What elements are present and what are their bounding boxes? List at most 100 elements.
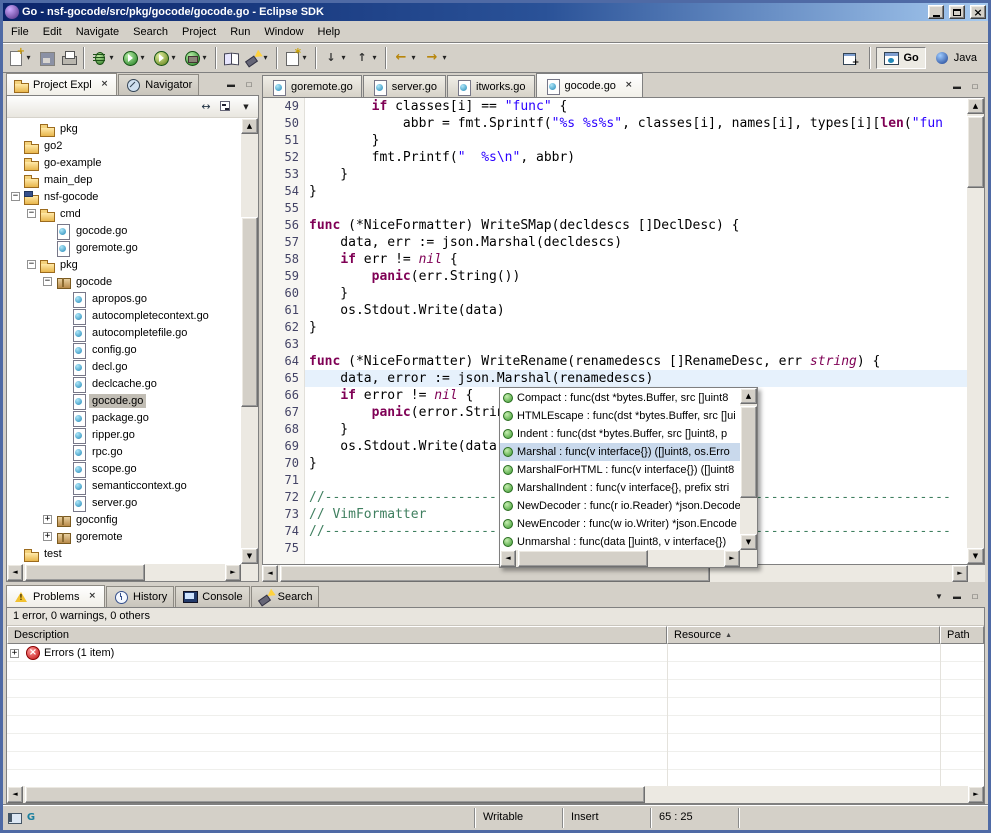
- editor-tab-gocode-go[interactable]: gocode.go×: [536, 73, 644, 97]
- scroll-track[interactable]: [516, 550, 724, 567]
- link-with-editor-icon[interactable]: [198, 99, 214, 115]
- dropdown-arrow-icon[interactable]: ▾: [370, 53, 379, 62]
- scroll-thumb[interactable]: [25, 564, 145, 581]
- scroll-up-icon[interactable]: ▲: [241, 118, 258, 134]
- print-button[interactable]: [58, 46, 80, 70]
- scroll-up-icon[interactable]: ▲: [967, 98, 984, 114]
- column-header-description[interactable]: Description: [7, 626, 667, 644]
- bottom-maximize-button[interactable]: □: [967, 590, 983, 603]
- dropdown-arrow-icon[interactable]: ▾: [440, 53, 449, 62]
- code-line-58[interactable]: if err != nil {: [305, 251, 967, 268]
- tree-item-autocompletefile-go[interactable]: autocompletefile.go: [7, 324, 241, 341]
- back-button[interactable]: ▾: [390, 46, 421, 70]
- editor-tab-itworks-go[interactable]: itworks.go: [447, 75, 535, 97]
- menu-edit[interactable]: Edit: [36, 23, 69, 41]
- scroll-thumb[interactable]: [518, 550, 648, 567]
- bottom-minimize-button[interactable]: ▬: [949, 590, 965, 603]
- autocomplete-horizontal-scrollbar[interactable]: ◄ ►: [500, 550, 740, 567]
- scroll-track[interactable]: [23, 786, 968, 803]
- view-tab-console[interactable]: Console: [175, 586, 249, 607]
- view-tab-search[interactable]: Search: [251, 586, 320, 607]
- forward-button[interactable]: ▾: [421, 46, 452, 70]
- scroll-left-icon[interactable]: ◄: [7, 786, 23, 803]
- tree-item-gocode-go[interactable]: gocode.go: [7, 392, 241, 409]
- scroll-track[interactable]: [241, 134, 258, 548]
- code-line-63[interactable]: [305, 336, 967, 353]
- code-line-50[interactable]: abbr = fmt.Sprintf("%s %s%s", classes[i]…: [305, 115, 967, 132]
- scroll-left-icon[interactable]: ◄: [7, 564, 23, 581]
- go-status-icon[interactable]: [23, 810, 39, 826]
- tree-item-ripper-go[interactable]: ripper.go: [7, 426, 241, 443]
- save-button[interactable]: [36, 46, 58, 70]
- tree-item-goremote[interactable]: +goremote: [7, 528, 241, 545]
- close-icon[interactable]: ×: [86, 591, 98, 602]
- code-line-54[interactable]: }: [305, 183, 967, 200]
- perspective-java-button[interactable]: Java: [928, 47, 983, 69]
- scroll-track[interactable]: [740, 404, 757, 534]
- scroll-right-icon[interactable]: ►: [724, 550, 740, 567]
- tree-item-goremote-go[interactable]: goremote.go: [7, 239, 241, 256]
- completion-item-unmarshal[interactable]: Unmarshal : func(data []uint8, v interfa…: [500, 533, 740, 550]
- expand-handle-icon[interactable]: +: [43, 532, 52, 541]
- code-line-55[interactable]: [305, 200, 967, 217]
- explorer-horizontal-scrollbar[interactable]: ◄ ►: [7, 564, 241, 581]
- dropdown-arrow-icon[interactable]: ▾: [261, 53, 270, 62]
- tree-item-go2[interactable]: go2: [7, 137, 241, 154]
- fast-view-icon[interactable]: [7, 810, 23, 826]
- scroll-thumb[interactable]: [25, 786, 645, 803]
- titlebar[interactable]: Go - nsf-gocode/src/pkg/gocode/gocode.go…: [3, 3, 988, 21]
- tree-item-server-go[interactable]: server.go: [7, 494, 241, 511]
- open-resource-button[interactable]: [220, 46, 242, 70]
- search-button[interactable]: ▾: [242, 46, 273, 70]
- tree-item-autocompletecontext-go[interactable]: autocompletecontext.go: [7, 307, 241, 324]
- menu-search[interactable]: Search: [126, 23, 175, 41]
- view-tab-problems[interactable]: Problems×: [6, 585, 105, 607]
- completion-item-newdecoder[interactable]: NewDecoder : func(r io.Reader) *json.Dec…: [500, 497, 740, 515]
- tree-item-decl-go[interactable]: decl.go: [7, 358, 241, 375]
- autocomplete-vertical-scrollbar[interactable]: ▲ ▼: [740, 388, 757, 550]
- code-line-59[interactable]: panic(err.String()): [305, 268, 967, 285]
- previous-annotation-button[interactable]: ▾: [351, 46, 382, 70]
- tree-item-go-example[interactable]: go-example: [7, 154, 241, 171]
- editor-maximize-button[interactable]: □: [967, 80, 983, 93]
- code-line-65[interactable]: data, error := json.Marshal(renamedescs): [305, 370, 967, 387]
- tree-item-cmd[interactable]: −cmd: [7, 205, 241, 222]
- code-line-60[interactable]: }: [305, 285, 967, 302]
- new-wizard-button[interactable]: ▾: [5, 46, 36, 70]
- menu-navigate[interactable]: Navigate: [69, 23, 126, 41]
- menu-window[interactable]: Window: [257, 23, 310, 41]
- problems-row-errors-1-item[interactable]: +Errors (1 item): [10, 644, 114, 662]
- completion-item-indent[interactable]: Indent : func(dst *bytes.Buffer, src []u…: [500, 425, 740, 443]
- tree-item-config-go[interactable]: config.go: [7, 341, 241, 358]
- collapse-handle-icon[interactable]: −: [11, 192, 20, 201]
- code-line-49[interactable]: if classes[i] == "func" {: [305, 98, 967, 115]
- column-header-path[interactable]: Path: [940, 626, 984, 644]
- code-line-52[interactable]: fmt.Printf(" %s\n", abbr): [305, 149, 967, 166]
- external-tools-button[interactable]: ▾: [181, 46, 212, 70]
- editor-minimize-button[interactable]: ▬: [949, 80, 965, 93]
- run-button[interactable]: ▾: [119, 46, 150, 70]
- completion-item-marshalforhtml[interactable]: MarshalForHTML : func(v interface{}) ([]…: [500, 461, 740, 479]
- scroll-right-icon[interactable]: ►: [225, 564, 241, 581]
- open-perspective-button[interactable]: [836, 47, 864, 69]
- view-tab-project-expl[interactable]: Project Expl×: [6, 73, 117, 95]
- dropdown-arrow-icon[interactable]: ▾: [200, 53, 209, 62]
- completion-item-marshal[interactable]: Marshal : func(v interface{}) ([]uint8, …: [500, 443, 740, 461]
- editor-vertical-scrollbar[interactable]: ▲ ▼: [967, 98, 984, 564]
- tree-item-goconfig[interactable]: +goconfig: [7, 511, 241, 528]
- scroll-track[interactable]: [23, 564, 225, 581]
- explorer-vertical-scrollbar[interactable]: ▲ ▼: [241, 118, 258, 564]
- dropdown-arrow-icon[interactable]: ▾: [300, 53, 309, 62]
- scroll-thumb[interactable]: [241, 217, 258, 407]
- next-annotation-button[interactable]: ▾: [320, 46, 351, 70]
- code-line-57[interactable]: data, err := json.Marshal(decldescs): [305, 234, 967, 251]
- minimize-button[interactable]: [928, 5, 944, 19]
- scroll-down-icon[interactable]: ▼: [967, 548, 984, 564]
- editor-tab-goremote-go[interactable]: goremote.go: [262, 75, 362, 97]
- column-header-resource[interactable]: Resource▲: [667, 626, 940, 644]
- menu-project[interactable]: Project: [175, 23, 223, 41]
- scroll-track[interactable]: [967, 114, 984, 548]
- close-icon[interactable]: ×: [623, 80, 635, 91]
- view-tab-history[interactable]: History: [106, 586, 174, 607]
- dropdown-arrow-icon[interactable]: ▾: [24, 53, 33, 62]
